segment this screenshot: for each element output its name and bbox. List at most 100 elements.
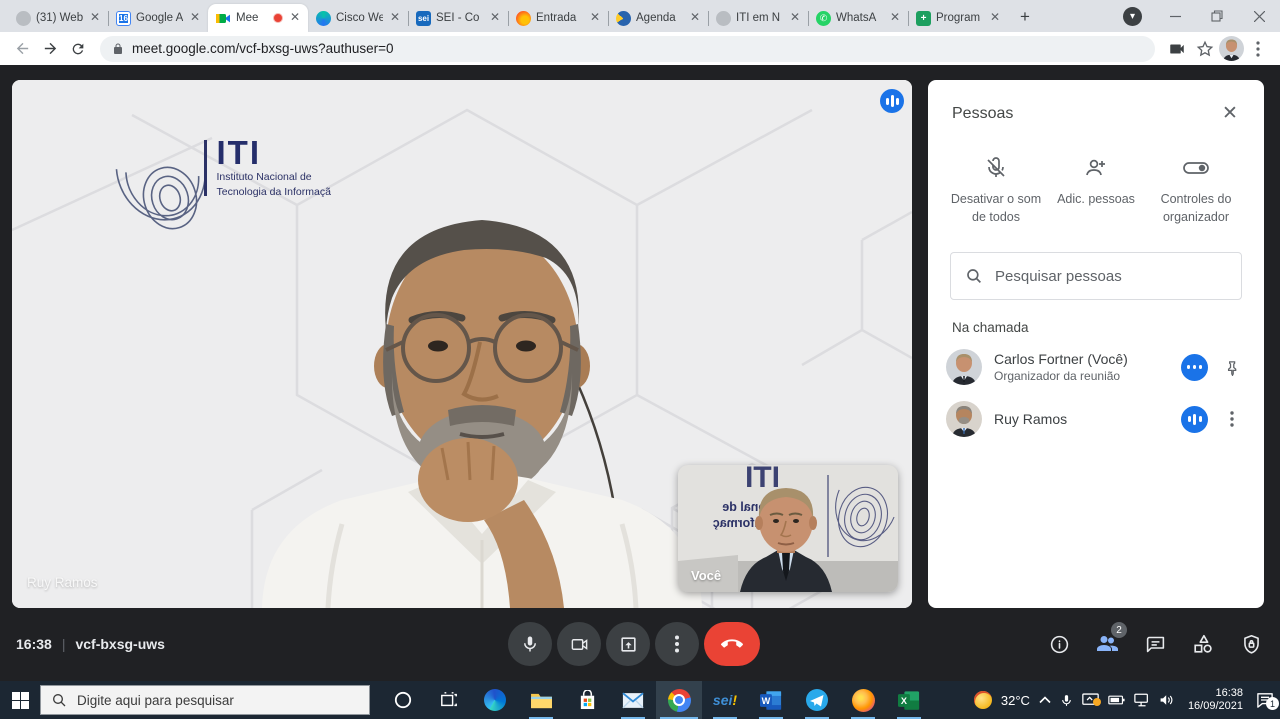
start-button[interactable] <box>0 681 40 719</box>
close-tab-icon[interactable]: ✕ <box>488 11 502 25</box>
close-tab-icon[interactable]: ✕ <box>988 11 1002 25</box>
avatar <box>946 349 982 385</box>
tab-agenda[interactable]: Agenda ✕ <box>608 4 708 32</box>
participant-name-tag: Ruy Ramos <box>27 575 98 590</box>
tab-title: ITI em N <box>736 12 783 24</box>
host-controls-shield-button[interactable] <box>1238 631 1264 657</box>
tab-title: Google A <box>136 12 183 24</box>
tab-meet-active[interactable]: Mee ✕ <box>208 4 308 32</box>
weather-sun-icon <box>974 691 992 709</box>
mail-button[interactable] <box>610 681 656 719</box>
close-tab-icon[interactable]: ✕ <box>88 11 102 25</box>
remote-video-tile[interactable]: ITI Instituto Nacional de Tecnologia da … <box>12 80 912 608</box>
present-button[interactable] <box>606 622 650 666</box>
profile-avatar[interactable] <box>1219 36 1244 61</box>
taskbar-search-input[interactable] <box>77 693 359 708</box>
excel-button[interactable]: X <box>886 681 932 719</box>
back-button[interactable] <box>8 35 36 63</box>
search-icon <box>965 267 983 285</box>
close-tab-icon[interactable]: ✕ <box>788 11 802 25</box>
task-view-button[interactable] <box>426 681 472 719</box>
action-center-button[interactable]: 1 <box>1256 692 1274 708</box>
tab-sei[interactable]: sei SEI - Co ✕ <box>408 4 508 32</box>
firefox-button[interactable] <box>840 681 886 719</box>
folder-icon <box>530 691 553 710</box>
search-people-box[interactable] <box>950 252 1242 300</box>
svg-text:ITI: ITI <box>745 465 780 494</box>
pin-icon[interactable] <box>1220 355 1244 379</box>
tab-entrada[interactable]: Entrada ✕ <box>508 4 608 32</box>
chrome-update-icon[interactable]: ▾ <box>1123 7 1142 26</box>
forward-button[interactable] <box>36 35 64 63</box>
temperature-label: 32°C <box>1001 693 1030 708</box>
close-window-button[interactable] <box>1238 0 1280 32</box>
chevron-up-icon <box>1039 696 1051 704</box>
battery-icon <box>1108 695 1125 705</box>
close-tab-icon[interactable]: ✕ <box>688 11 702 25</box>
tray-overflow-button[interactable] <box>1039 696 1051 704</box>
edge-button[interactable] <box>472 681 518 719</box>
tray-cast-button[interactable] <box>1082 693 1099 707</box>
people-button[interactable]: 2 <box>1094 631 1120 657</box>
close-tab-icon[interactable]: ✕ <box>288 11 302 25</box>
sei-button[interactable]: sei! <box>702 681 748 719</box>
tray-mic-button[interactable] <box>1060 693 1073 708</box>
reload-button[interactable] <box>64 35 92 63</box>
taskbar-clock[interactable]: 16:38 16/09/2021 <box>1188 687 1243 713</box>
close-panel-icon[interactable]: ✕ <box>1218 102 1242 126</box>
mute-all-button[interactable]: Desativar o som de todos <box>946 156 1046 226</box>
close-tab-icon[interactable]: ✕ <box>388 11 402 25</box>
svg-text:W: W <box>762 696 771 706</box>
tab-programa[interactable]: + Program ✕ <box>908 4 1008 32</box>
tab-title: Cisco We <box>336 12 383 24</box>
close-tab-icon[interactable]: ✕ <box>188 11 202 25</box>
mic-button[interactable] <box>508 622 552 666</box>
meet-control-bar: 16:38 | vcf-bxsg-uws <box>0 620 1280 668</box>
close-tab-icon[interactable]: ✕ <box>888 11 902 25</box>
tray-battery-button[interactable] <box>1108 695 1125 705</box>
more-options-button[interactable] <box>655 622 699 666</box>
generic-favicon <box>16 11 31 26</box>
address-bar[interactable]: meet.google.com/vcf-bxsg-uws?authuser=0 <box>100 36 1155 62</box>
tab-cisco-webex[interactable]: Cisco We ✕ <box>308 4 408 32</box>
tab-whatsapp[interactable]: ✆ WhatsA ✕ <box>808 4 908 32</box>
browser-menu-icon[interactable] <box>1244 35 1272 63</box>
chat-button[interactable] <box>1142 631 1168 657</box>
word-button[interactable]: W <box>748 681 794 719</box>
bookmark-star-icon[interactable] <box>1191 35 1219 63</box>
taskbar-search-box[interactable] <box>40 685 370 715</box>
tray-network-button[interactable] <box>1134 693 1150 707</box>
tab-iti[interactable]: ITI em N ✕ <box>708 4 808 32</box>
windows-logo-icon <box>12 692 29 709</box>
host-controls-button[interactable]: Controles do organizador <box>1146 156 1246 226</box>
store-button[interactable] <box>564 681 610 719</box>
file-explorer-button[interactable] <box>518 681 564 719</box>
close-tab-icon[interactable]: ✕ <box>588 11 602 25</box>
panel-title: Pessoas <box>952 105 1013 123</box>
tray-volume-button[interactable] <box>1159 693 1175 707</box>
search-people-input[interactable] <box>995 268 1227 285</box>
tab-title: Program <box>936 12 983 24</box>
telegram-icon <box>806 689 828 711</box>
recording-indicator-icon <box>273 13 283 23</box>
cortana-button[interactable] <box>380 681 426 719</box>
add-people-button[interactable]: Adic. pessoas <box>1046 156 1146 226</box>
info-icon <box>1049 634 1070 655</box>
meeting-details-button[interactable] <box>1046 631 1072 657</box>
leave-call-button[interactable] <box>704 622 760 666</box>
program-icon: + <box>916 11 931 26</box>
tab-google-calendar[interactable]: 16 Google A ✕ <box>108 4 208 32</box>
tab-webex-31[interactable]: (31) Web ✕ <box>8 4 108 32</box>
camera-in-use-icon[interactable] <box>1163 35 1191 63</box>
sei-icon: sei <box>416 11 431 26</box>
chrome-button[interactable] <box>656 681 702 719</box>
self-video-tile[interactable]: ITI onal de a Informaç Você <box>678 465 898 592</box>
restore-button[interactable] <box>1196 0 1238 32</box>
telegram-button[interactable] <box>794 681 840 719</box>
weather-widget[interactable] <box>974 691 992 709</box>
new-tab-button[interactable]: + <box>1012 4 1038 30</box>
activities-button[interactable] <box>1190 631 1216 657</box>
camera-button[interactable] <box>557 622 601 666</box>
minimize-button[interactable] <box>1154 0 1196 32</box>
participant-menu-icon[interactable] <box>1220 407 1244 431</box>
